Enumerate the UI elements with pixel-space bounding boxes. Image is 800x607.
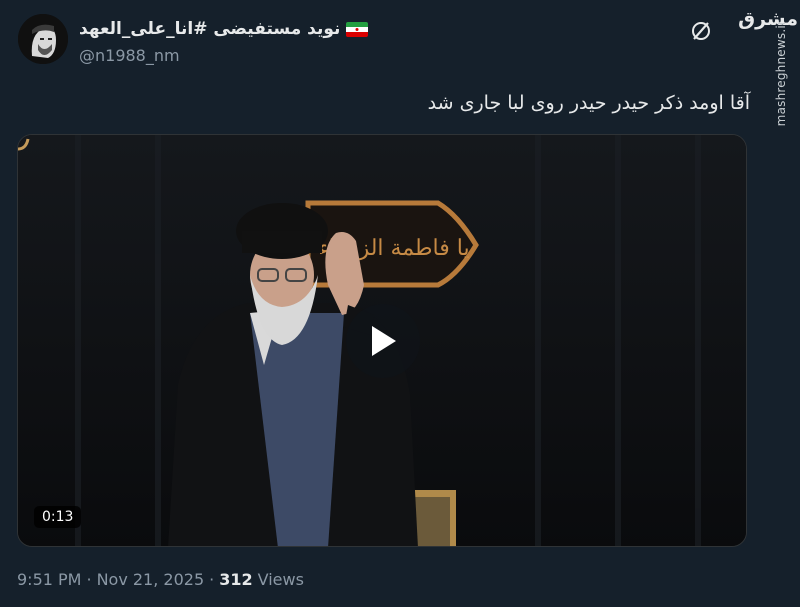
- avatar[interactable]: [18, 14, 68, 64]
- tweet-time[interactable]: 9:51 PM: [17, 570, 81, 589]
- meta-separator: ·: [86, 570, 92, 589]
- video-player[interactable]: یا فاطمة الزهراء 0:13: [17, 134, 747, 547]
- play-icon: [372, 326, 396, 356]
- iran-flag-icon: [346, 21, 369, 37]
- watermark-logo: مشرق: [738, 8, 798, 30]
- watermark-site: mashreghnews.ir: [774, 20, 788, 127]
- video-duration-badge: 0:13: [34, 506, 82, 528]
- play-button[interactable]: [346, 304, 420, 378]
- author-display-name[interactable]: نوید مستفیضی #انا_علی_العهد: [79, 19, 340, 39]
- grok-icon[interactable]: [689, 19, 713, 43]
- tweet-date[interactable]: Nov 21, 2025: [97, 570, 205, 589]
- author-handle[interactable]: @n1988_nm: [79, 46, 180, 65]
- tweet-meta: 9:51 PM · Nov 21, 2025 · 312 Views: [17, 570, 304, 589]
- views-count[interactable]: 312: [219, 570, 252, 589]
- meta-separator: ·: [209, 570, 215, 589]
- watermark: مشرق mashreghnews.ir: [738, 0, 800, 150]
- views-label: Views: [257, 570, 304, 589]
- author-name-row[interactable]: نوید مستفیضی #انا_علی_العهد: [79, 19, 369, 39]
- tweet-text: آقا اومد ذکر حیدر حیدر روی لبا جاری شد: [427, 92, 750, 114]
